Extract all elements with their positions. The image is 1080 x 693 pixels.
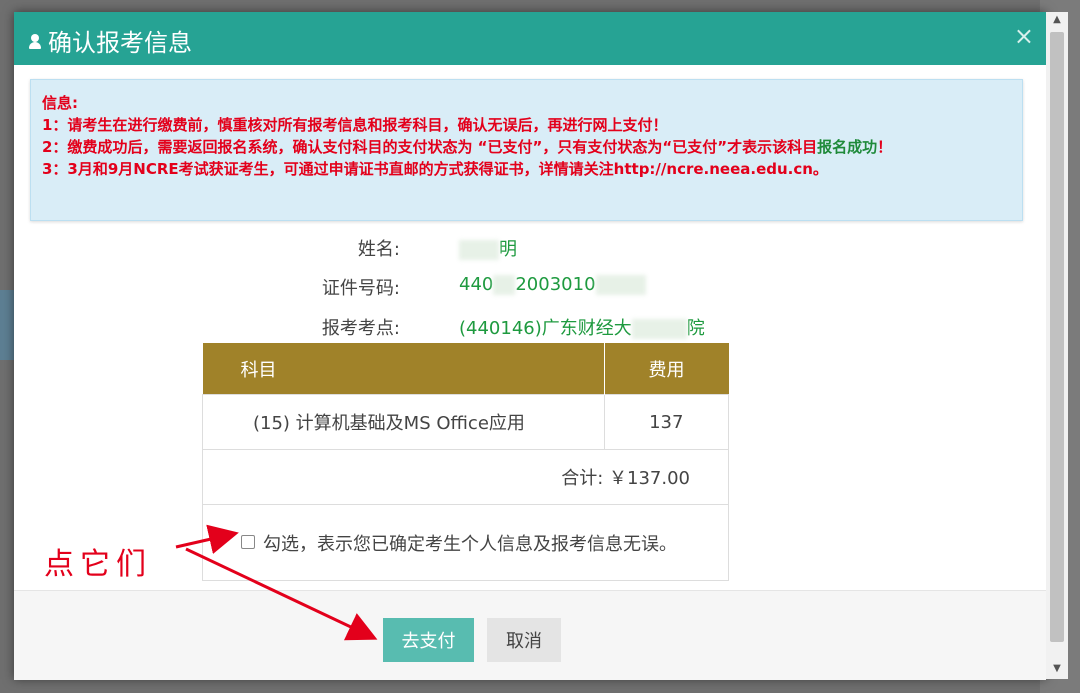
scroll-up-icon[interactable]: ▲	[1046, 14, 1068, 28]
center-value-end: 院	[686, 318, 705, 339]
redacted	[631, 319, 687, 339]
notice-line-1: 1：请考生在进行缴费前，慎重核对所有报考信息和报考科目，确认无误后，再进行网上支…	[42, 116, 668, 134]
notice-line-2: 2：缴费成功后，需要返回报名系统，确认支付科目的支付状态为 “已支付”，只有支付…	[42, 136, 1012, 158]
modal-title: 确认报考信息	[28, 23, 192, 58]
name-row: 姓名: 明	[14, 235, 1046, 261]
center-value: (440146)广东财经大 院	[459, 314, 705, 340]
redacted	[493, 275, 516, 295]
center-label: 报考考点:	[321, 318, 400, 339]
name-label: 姓名:	[357, 239, 400, 260]
scrollbar[interactable]: ▲ ▼	[1046, 12, 1068, 679]
fee-cell: 137	[603, 394, 729, 450]
scroll-down-icon[interactable]: ▼	[1046, 663, 1068, 677]
id-value-start: 440	[459, 274, 494, 295]
table-row: (15) 计算机基础及MS Office应用 137	[202, 394, 729, 450]
notice-line-2-success: 报名成功	[817, 138, 878, 156]
annotation-text: 点它们	[44, 547, 152, 582]
fee-table-header: 科目 费用	[202, 343, 729, 395]
fee-table: 科目 费用 (15) 计算机基础及MS Office应用 137 合计: ￥13…	[202, 343, 729, 581]
notice-line-2-text: 2：缴费成功后，需要返回报名系统，确认支付科目的支付状态为 “已支付”，只有支付…	[42, 138, 818, 156]
user-icon	[28, 32, 42, 50]
notice-box: 信息: 1：请考生在进行缴费前，慎重核对所有报考信息和报考科目，确认无误后，再进…	[30, 79, 1023, 221]
redacted	[459, 240, 499, 260]
subject-cell: (15) 计算机基础及MS Office应用	[202, 394, 605, 450]
col-subject: 科目	[202, 343, 604, 395]
confirm-label: 勾选，表示您已确定考生个人信息及报考信息无误。	[263, 533, 677, 555]
pay-button[interactable]: 去支付	[383, 618, 474, 662]
confirm-checkbox[interactable]	[241, 534, 255, 549]
total-row: 合计: ￥137.00	[202, 449, 729, 505]
total-value: ￥137.00	[609, 468, 690, 489]
total-label: 合计:	[561, 468, 604, 489]
cancel-button[interactable]: 取消	[487, 618, 561, 662]
id-label: 证件号码:	[321, 278, 400, 299]
backdrop-block	[0, 290, 14, 360]
id-value: 440 2003010	[459, 274, 646, 295]
total-cell: 合计: ￥137.00	[202, 449, 729, 505]
id-row: 证件号码: 440 2003010	[14, 274, 1046, 299]
name-value-end: 明	[499, 239, 517, 260]
close-button[interactable]: ×	[1014, 24, 1034, 48]
confirm-cell: 勾选，表示您已确定考生个人信息及报考信息无误。	[202, 504, 729, 581]
modal-header: 确认报考信息 ×	[14, 12, 1046, 65]
confirm-modal: 确认报考信息 × 信息: 1：请考生在进行缴费前，慎重核对所有报考信息和报考科目…	[14, 12, 1046, 680]
redacted	[595, 275, 646, 295]
confirm-row: 勾选，表示您已确定考生个人信息及报考信息无误。	[202, 504, 729, 581]
col-fee: 费用	[603, 343, 729, 395]
id-value-mid: 2003010	[515, 274, 596, 295]
notice-line-2-end: ！	[877, 138, 893, 156]
notice-line-3: 3：3月和9月NCRE考试获证考生，可通过申请证书直邮的方式获得证书，详情请关注…	[42, 160, 828, 178]
center-value-start: (440146)广东财经大	[459, 318, 632, 339]
scroll-thumb[interactable]	[1050, 32, 1064, 642]
modal-title-text: 确认报考信息	[48, 29, 192, 57]
notice-heading: 信息:	[42, 94, 78, 112]
name-value: 明	[459, 235, 517, 261]
center-row: 报考考点: (440146)广东财经大 院	[14, 314, 1046, 340]
